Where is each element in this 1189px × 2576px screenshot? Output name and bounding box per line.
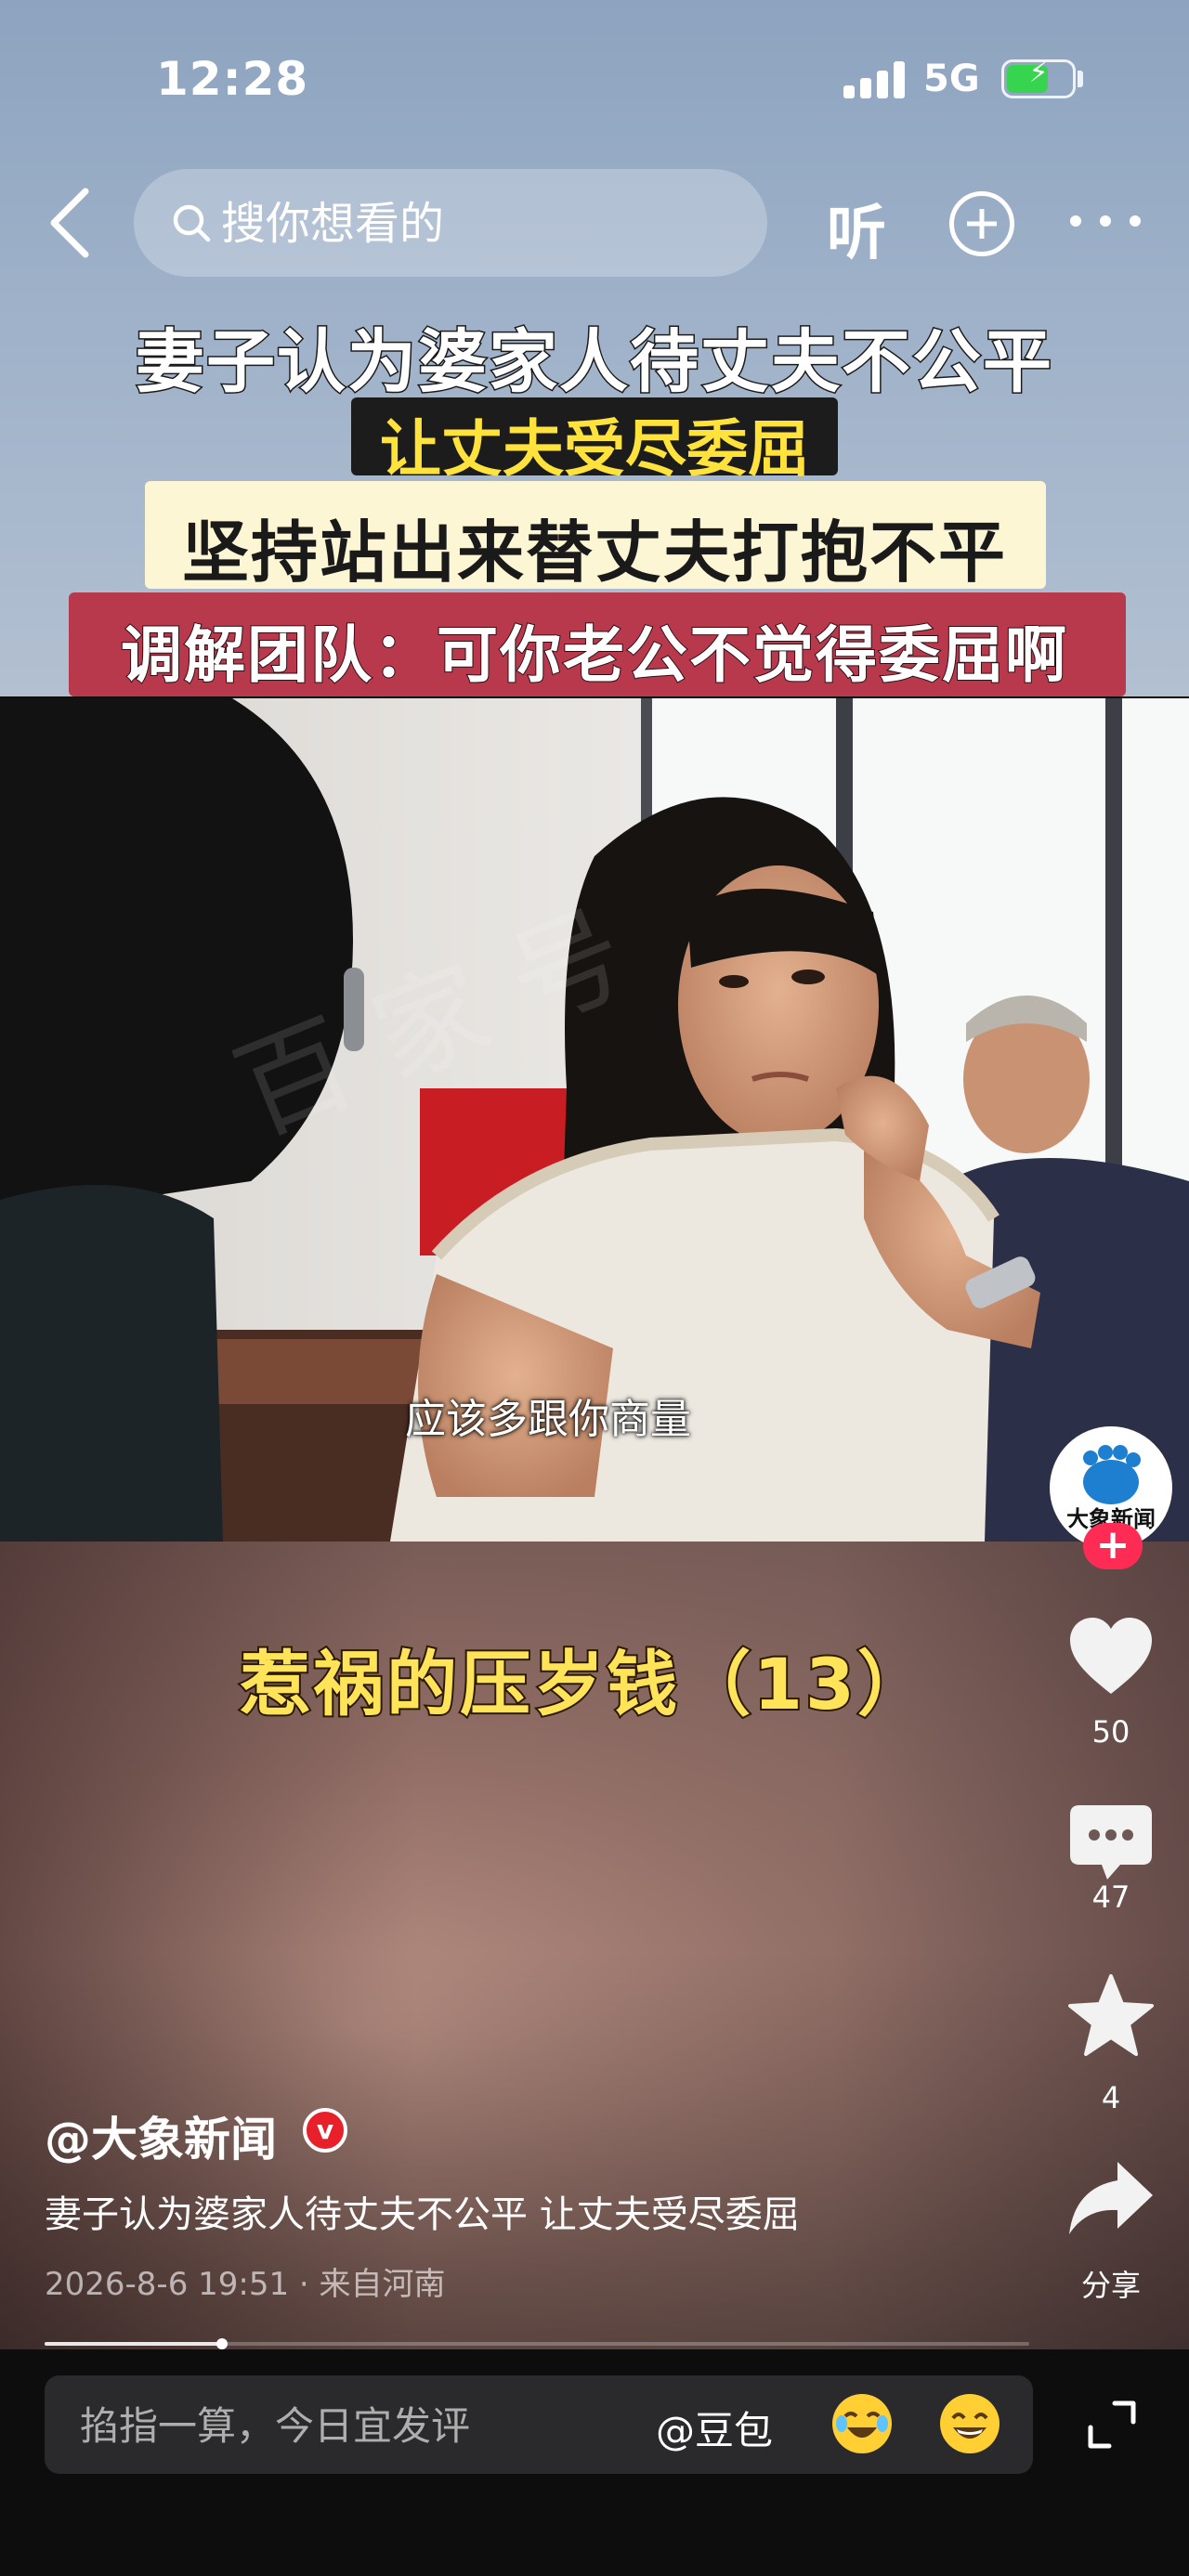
mention-doubao-button[interactable]: @豆包 [656, 2400, 773, 2456]
heart-icon [1070, 1618, 1152, 1694]
comment-button[interactable] [1050, 1803, 1172, 1887]
favorite-count: 4 [1101, 2080, 1121, 2115]
laugh-cry-emoji-icon[interactable] [832, 2394, 892, 2453]
search-icon [173, 204, 211, 242]
laugh-cry-face [834, 2396, 890, 2452]
headline-line-1: 妻子认为婆家人待丈夫不公平 [135, 321, 1053, 404]
progress-fill [45, 2342, 222, 2346]
verified-badge: v [303, 2108, 347, 2153]
back-arrow-icon [50, 188, 89, 258]
grin-emoji-icon[interactable] [940, 2394, 1000, 2453]
search-input[interactable] [219, 169, 743, 279]
share-arrow-icon [1069, 2162, 1153, 2234]
video-progress-bar[interactable] [45, 2338, 1029, 2349]
search-bar[interactable] [134, 169, 767, 279]
star-icon [1068, 1974, 1154, 2056]
back-button[interactable] [43, 184, 98, 262]
comment-input[interactable] [78, 2375, 639, 2476]
battery-icon: ⚡ [1001, 57, 1076, 98]
follow-button[interactable]: + [1083, 1523, 1143, 1569]
expand-icon[interactable] [1087, 2400, 1137, 2450]
favorite-button[interactable] [1050, 1974, 1172, 2060]
comment-count: 47 [1091, 1880, 1130, 1915]
status-time: 12:28 [156, 52, 309, 106]
video-subtitle: 应该多跟你商量 [405, 1396, 691, 1443]
share-label: 分享 [1080, 2268, 1141, 2303]
listen-button[interactable]: 听 [827, 186, 886, 271]
share-button[interactable] [1050, 2158, 1172, 2240]
progress-handle[interactable] [216, 2338, 228, 2349]
battery-cap [1078, 71, 1083, 87]
signal-icon [843, 61, 905, 98]
author-name[interactable]: @大象新闻 [45, 2102, 277, 2169]
video-description[interactable]: 妻子认为婆家人待丈夫不公平 让丈夫受尽委屈 [45, 2184, 800, 2238]
post-meta: 2026-8-6 19:51 · 来自河南 [45, 2266, 446, 2303]
headline-line-2: 让丈夫受尽委屈 [380, 413, 809, 485]
grin-face [942, 2396, 998, 2452]
headline-line-3: 坚持站出来替丈夫打抱不平 [181, 514, 1007, 592]
plus-circle-icon[interactable] [949, 191, 1014, 256]
video-player[interactable]: 百 家 号 应该多跟你商量 [0, 698, 1189, 1542]
episode-title: 惹祸的压岁钱（13） [238, 1641, 931, 1727]
headline-line-4: 调解团队：可你老公不觉得委屈啊 [120, 618, 1068, 692]
like-button[interactable] [1050, 1616, 1172, 1701]
comment-bubble-icon [1070, 1805, 1152, 1880]
more-dots-icon[interactable] [1070, 208, 1144, 236]
charging-icon: ⚡ [1028, 57, 1049, 89]
network-label: 5G [923, 58, 980, 100]
like-count: 50 [1091, 1714, 1130, 1750]
fullscreen-icon [1088, 2400, 1136, 2449]
